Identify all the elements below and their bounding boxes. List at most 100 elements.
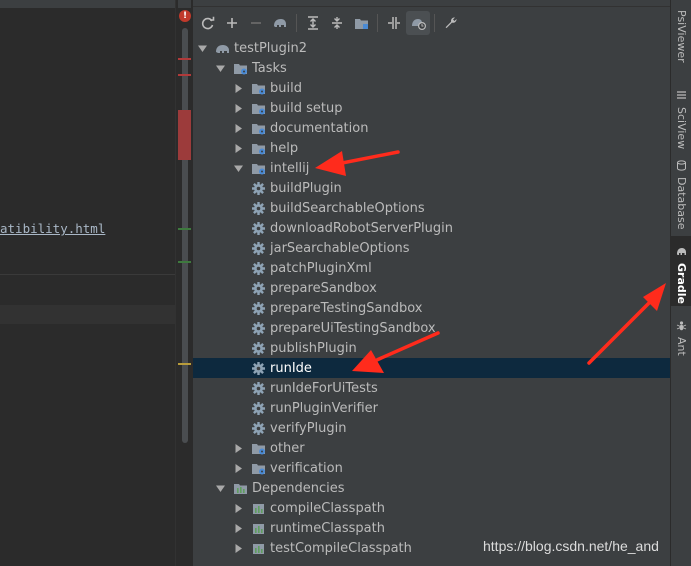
toggle-offline-icon[interactable]: [382, 11, 406, 35]
dependencies-icon: [251, 521, 266, 536]
tree-task-group[interactable]: verification: [193, 458, 671, 478]
tree-task-item[interactable]: verifyPlugin: [193, 418, 671, 438]
tree-task-group[interactable]: build: [193, 78, 671, 98]
tree-node-label: verification: [270, 460, 343, 476]
vertical-scrollbar-thumb[interactable]: [182, 28, 188, 443]
tree-node-label: runIdeForUiTests: [270, 380, 378, 396]
task-folder-icon: [251, 121, 266, 136]
tree-node-label: jarSearchableOptions: [270, 240, 410, 256]
tree-node-label: build setup: [270, 100, 343, 116]
task-folder-icon: [251, 461, 266, 476]
tool-tab-gradle[interactable]: Gradle: [671, 236, 691, 306]
expand-arrow-icon[interactable]: [215, 483, 225, 493]
tree-task-group[interactable]: documentation: [193, 118, 671, 138]
tool-tab-database[interactable]: Database: [671, 150, 691, 230]
elephant-icon: [676, 242, 687, 261]
tool-tab-label: Ant: [675, 337, 688, 356]
tool-tab-ant[interactable]: Ant: [671, 310, 691, 356]
expand-arrow-icon[interactable]: [197, 43, 207, 53]
tree-task-item[interactable]: buildSearchableOptions: [193, 198, 671, 218]
error-indicator-icon[interactable]: !: [179, 10, 191, 22]
tree-tasks-node[interactable]: Tasks: [193, 58, 671, 78]
tree-task-group[interactable]: help: [193, 138, 671, 158]
tree-task-item[interactable]: runPluginVerifier: [193, 398, 671, 418]
tree-project-root[interactable]: testPlugin2: [193, 38, 671, 58]
tree-task-item[interactable]: prepareUiTestingSandbox: [193, 318, 671, 338]
tree-node-label: testCompileClasspath: [270, 540, 412, 556]
tree-task-item[interactable]: downloadRobotServerPlugin: [193, 218, 671, 238]
gradle-project-icon: [215, 41, 230, 56]
gear-icon: [251, 361, 266, 376]
tree-task-item[interactable]: prepareSandbox: [193, 278, 671, 298]
tree-node-label: buildSearchableOptions: [270, 200, 425, 216]
tree-dependencies-node[interactable]: Dependencies: [193, 478, 671, 498]
tree-node-label: runtimeClasspath: [270, 520, 385, 536]
collapsed-arrow-icon[interactable]: [233, 123, 243, 133]
wrench-icon[interactable]: [439, 11, 463, 35]
tree-node-label: Tasks: [252, 60, 287, 76]
tree-task-item[interactable]: jarSearchableOptions: [193, 238, 671, 258]
folder-icon[interactable]: [349, 11, 373, 35]
collapsed-arrow-icon[interactable]: [233, 443, 243, 453]
error-marker[interactable]: [178, 74, 191, 76]
error-marker[interactable]: [178, 58, 191, 60]
db-icon: [676, 156, 687, 175]
editor-marker-gutter[interactable]: !: [175, 0, 192, 566]
tree-task-item[interactable]: prepareTestingSandbox: [193, 298, 671, 318]
task-folder-icon: [233, 61, 248, 76]
tree-task-item[interactable]: publishPlugin: [193, 338, 671, 358]
collapsed-arrow-icon[interactable]: [233, 143, 243, 153]
tree-node-label: runPluginVerifier: [270, 400, 378, 416]
tree-task-group[interactable]: other: [193, 438, 671, 458]
tree-node-label: help: [270, 140, 299, 156]
minus-icon[interactable]: [244, 11, 268, 35]
gear-icon: [251, 281, 266, 296]
task-folder-icon: [251, 81, 266, 96]
tree-node-label: buildPlugin: [270, 180, 342, 196]
tree-task-group-intellij[interactable]: intellij: [193, 158, 671, 178]
change-marker[interactable]: [178, 261, 191, 263]
tree-node-label: documentation: [270, 120, 369, 136]
gear-icon: [251, 201, 266, 216]
collapsed-arrow-icon[interactable]: [233, 543, 243, 553]
tree-task-item[interactable]: runIdeForUiTests: [193, 378, 671, 398]
change-marker[interactable]: [178, 228, 191, 230]
expand-all-icon[interactable]: [301, 11, 325, 35]
schedule-icon[interactable]: [406, 11, 430, 35]
collapsed-arrow-icon[interactable]: [233, 103, 243, 113]
gear-icon: [251, 181, 266, 196]
warning-marker[interactable]: [178, 363, 191, 365]
gear-icon: [251, 421, 266, 436]
tree-node-label: patchPluginXml: [270, 260, 372, 276]
dependencies-icon: [251, 541, 266, 556]
collapsed-arrow-icon[interactable]: [233, 83, 243, 93]
tree-task-item[interactable]: runIde: [193, 358, 671, 378]
elephant-icon[interactable]: [268, 11, 292, 35]
tool-tab-label: Gradle: [675, 263, 688, 304]
collapsed-arrow-icon[interactable]: [233, 463, 243, 473]
collapse-all-icon[interactable]: [325, 11, 349, 35]
tree-node-label: other: [270, 440, 305, 456]
collapsed-arrow-icon[interactable]: [233, 503, 243, 513]
code-link-text[interactable]: atibility.html: [0, 221, 105, 236]
expand-arrow-icon[interactable]: [215, 63, 225, 73]
plus-icon[interactable]: [220, 11, 244, 35]
tree-task-item[interactable]: buildPlugin: [193, 178, 671, 198]
tree-task-item[interactable]: patchPluginXml: [193, 258, 671, 278]
expand-arrow-icon[interactable]: [233, 163, 243, 173]
watermark-text: https://blog.csdn.net/he_and: [483, 538, 659, 554]
gear-icon: [251, 321, 266, 336]
tool-tab-psiviewer[interactable]: PsiViewer: [671, 8, 691, 72]
task-folder-icon: [251, 161, 266, 176]
collapsed-arrow-icon[interactable]: [233, 523, 243, 533]
tree-task-group[interactable]: build setup: [193, 98, 671, 118]
gradle-title-strip: [193, 0, 671, 7]
tree-dependency-item[interactable]: compileClasspath: [193, 498, 671, 518]
editor-top-bar: [0, 0, 175, 8]
tree-node-label: Dependencies: [252, 480, 345, 496]
tool-tab-sciview[interactable]: SciView: [671, 80, 691, 149]
code-editor[interactable]: atibility.html: [0, 0, 175, 566]
tree-dependency-item[interactable]: runtimeClasspath: [193, 518, 671, 538]
error-marker-block[interactable]: [178, 110, 191, 160]
refresh-icon[interactable]: [196, 11, 220, 35]
